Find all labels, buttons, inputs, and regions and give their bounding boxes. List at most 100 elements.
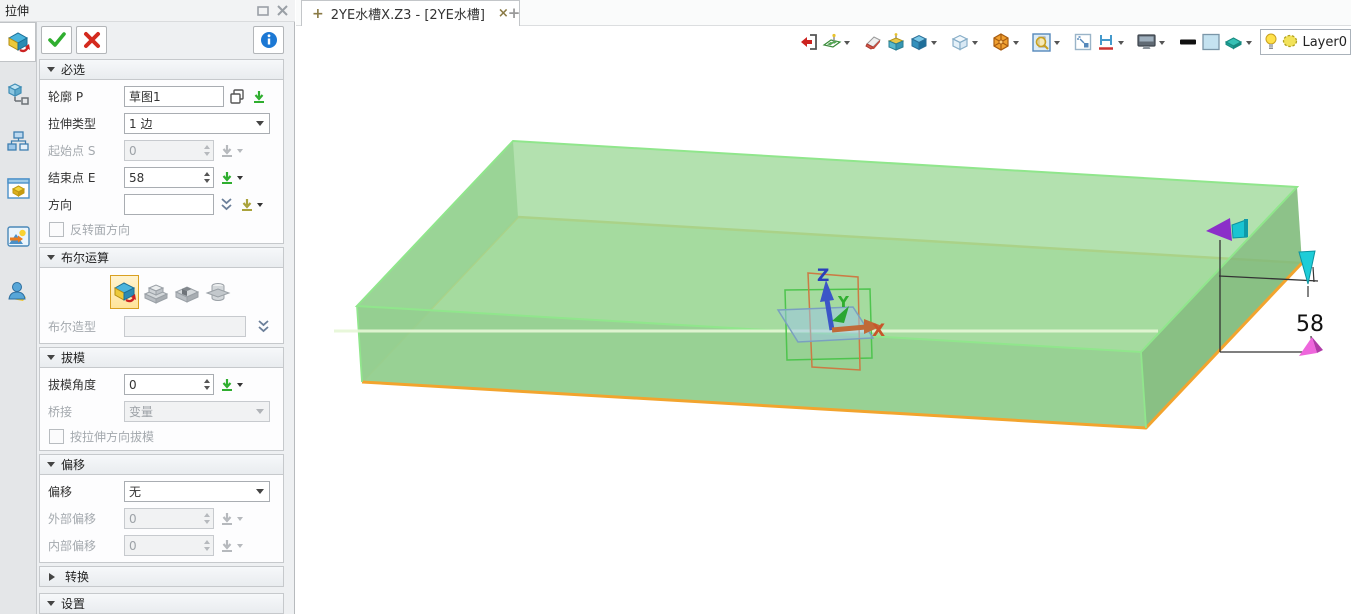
panel-restore-icon[interactable] <box>257 5 270 16</box>
sidebar-tab-render[interactable] <box>0 218 36 258</box>
chevron-down-icon[interactable] <box>237 176 243 183</box>
section-settings-header[interactable]: 设置 <box>39 593 284 614</box>
boolean-base-button[interactable] <box>110 275 139 309</box>
boolean-add-button[interactable] <box>141 275 170 309</box>
section-transform-header[interactable]: 转换 <box>39 566 284 587</box>
sidebar-tab-extrude[interactable] <box>0 22 36 62</box>
section-title: 拔模 <box>61 349 85 366</box>
end-pick-button[interactable] <box>219 170 235 186</box>
chevron-down-icon <box>237 544 243 551</box>
draft-by-direction-label: 按拉伸方向拔模 <box>70 428 154 445</box>
layer-control[interactable]: Layer0 <box>1260 29 1351 55</box>
collapse-icon <box>47 601 55 610</box>
scene-canvas[interactable]: Z Y X 58 <box>295 27 1351 614</box>
info-button[interactable] <box>253 26 284 54</box>
layers-icon[interactable] <box>1223 32 1244 53</box>
boolean-intersect-button[interactable] <box>203 275 232 309</box>
chevron-down-icon[interactable] <box>1246 41 1252 48</box>
monitor-icon[interactable] <box>1136 32 1157 53</box>
background-color-icon[interactable] <box>1200 32 1221 53</box>
shaded-cube-icon[interactable] <box>908 32 929 53</box>
new-tab-button[interactable]: + <box>503 3 525 23</box>
outer-offset-input <box>124 508 214 529</box>
sidebar-tab-reference[interactable] <box>0 74 36 114</box>
expand-options-button[interactable] <box>256 319 271 334</box>
chevron-down-icon[interactable] <box>257 203 263 210</box>
zoom-scene-icon[interactable] <box>1031 32 1052 53</box>
bulb-icon[interactable] <box>1264 32 1278 53</box>
section-required-header[interactable]: 必选 <box>39 59 284 80</box>
chevron-down-icon[interactable] <box>1013 41 1019 48</box>
sidebar-tab-hierarchy[interactable] <box>0 122 36 162</box>
section-offset-header[interactable]: 偏移 <box>39 454 284 475</box>
chevron-down-icon[interactable] <box>1118 41 1124 48</box>
chevron-down-icon[interactable] <box>1054 41 1060 48</box>
chevron-down-icon[interactable] <box>931 41 937 48</box>
sidebar-tab-view[interactable] <box>0 170 36 210</box>
section-transform: 转换 <box>39 566 284 587</box>
fit-view-icon[interactable] <box>1072 32 1093 53</box>
extrude-command-panel: 必选 轮廓 P 拉伸类型 1 边 <box>37 22 295 614</box>
direction-label: 方向 <box>40 196 124 213</box>
dimension-value-label: 58 <box>1296 312 1324 337</box>
z-axis-label: Z <box>817 266 829 286</box>
collapse-icon <box>47 255 55 264</box>
direction-pick-button[interactable] <box>239 197 255 213</box>
section-draft: 拔模 拔模角度 桥接 变量 <box>39 347 284 451</box>
line-width-icon[interactable] <box>1177 32 1198 53</box>
extrude-type-row: 拉伸类型 1 边 <box>40 110 279 137</box>
viewport[interactable]: Z Y X 58 <box>296 26 1351 614</box>
extrude-type-value: 1 边 <box>129 115 152 132</box>
double-chevron-icon <box>259 327 268 331</box>
section-wheel-icon[interactable] <box>990 32 1011 53</box>
double-chevron-icon <box>222 205 231 209</box>
profile-input[interactable] <box>124 86 224 107</box>
boolean-remove-button[interactable] <box>172 275 201 309</box>
datum-plane-icon[interactable] <box>821 32 842 53</box>
draft-angle-label: 拔模角度 <box>40 376 124 393</box>
end-point-label: 结束点 E <box>40 169 124 186</box>
direction-input[interactable] <box>124 194 214 215</box>
tab-file-icon: + <box>312 6 324 22</box>
spinner-icon[interactable] <box>204 172 213 183</box>
ok-button[interactable] <box>41 26 72 54</box>
extrude-type-dropdown[interactable]: 1 边 <box>124 113 270 134</box>
expand-options-button[interactable] <box>219 197 234 212</box>
inner-offset-input <box>124 535 214 556</box>
command-panel-title: 拉伸 <box>0 2 29 19</box>
dimension-style-icon[interactable] <box>1095 32 1116 53</box>
panel-close-icon[interactable] <box>276 5 289 16</box>
chevron-down-icon[interactable] <box>237 383 243 390</box>
draft-angle-row: 拔模角度 <box>40 371 279 398</box>
flip-face-label: 反转面方向 <box>70 221 130 238</box>
sidebar-tab-user[interactable] <box>0 272 36 312</box>
check-icon <box>50 34 64 45</box>
bridge-dropdown: 变量 <box>124 401 270 422</box>
profile-pick-button[interactable] <box>251 89 267 105</box>
offset-dropdown[interactable]: 无 <box>124 481 270 502</box>
draft-angle-input[interactable] <box>124 374 214 395</box>
copy-profile-button[interactable] <box>229 88 246 105</box>
boolean-buttons <box>40 271 279 313</box>
layer-shape-icon[interactable] <box>1281 33 1299 52</box>
inner-offset-row: 内部偏移 <box>40 532 279 559</box>
chevron-down-icon <box>237 149 243 156</box>
eraser-icon[interactable] <box>862 32 883 53</box>
face-pull-icon[interactable] <box>885 32 906 53</box>
section-boolean-header[interactable]: 布尔运算 <box>39 247 284 268</box>
spinner-icon[interactable] <box>204 379 213 390</box>
document-tab[interactable]: + 2YE水槽X.Z3 - [2YE水槽] × <box>301 0 520 26</box>
chevron-down-icon <box>256 121 264 130</box>
chevron-down-icon[interactable] <box>972 41 978 48</box>
exit-icon[interactable] <box>798 32 819 53</box>
chevron-down-icon[interactable] <box>1159 41 1165 48</box>
section-title: 偏移 <box>61 456 85 473</box>
chevron-down-icon[interactable] <box>844 41 850 48</box>
x-icon <box>86 34 98 46</box>
draft-pick-button[interactable] <box>219 377 235 393</box>
section-draft-header[interactable]: 拔模 <box>39 347 284 368</box>
spinner-icon <box>204 540 213 551</box>
cancel-button[interactable] <box>76 26 107 54</box>
end-point-input[interactable] <box>124 167 214 188</box>
wireframe-cube-icon[interactable] <box>949 32 970 53</box>
